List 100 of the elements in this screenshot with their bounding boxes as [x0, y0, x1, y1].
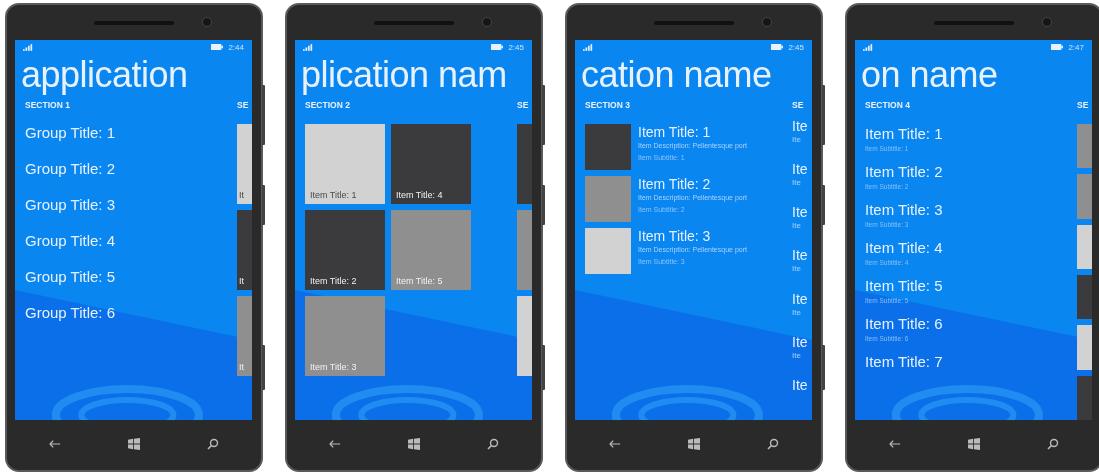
group-title[interactable]: Group Title: 1	[25, 124, 237, 141]
item-tile[interactable]	[1077, 325, 1092, 370]
camera-lens	[202, 17, 212, 27]
search-icon[interactable]	[486, 438, 499, 450]
clock-time: 2:47	[1068, 42, 1084, 52]
item-tile[interactable]: It	[237, 124, 252, 204]
item-thumbnail[interactable]	[585, 176, 631, 222]
item-tile[interactable]: It	[237, 210, 252, 290]
app-title: on name	[860, 54, 999, 96]
section-header: SE	[517, 100, 530, 110]
app-title: cation name	[580, 54, 773, 96]
item-title[interactable]: Ite	[792, 204, 812, 222]
item-tile[interactable]	[517, 210, 532, 290]
side-button[interactable]	[262, 185, 265, 225]
item-tile[interactable]: It	[237, 296, 252, 376]
windows-logo-icon[interactable]	[407, 438, 420, 450]
section-header: SE	[237, 100, 250, 110]
side-button[interactable]	[822, 185, 825, 225]
item-tile[interactable]	[1077, 124, 1092, 169]
section-header: SECTION 3	[585, 100, 631, 110]
side-button[interactable]	[542, 85, 545, 145]
item-tile[interactable]: Item Title: 2	[305, 210, 385, 290]
item-title[interactable]: Ite	[792, 333, 812, 351]
item-tile[interactable]	[1077, 224, 1092, 269]
back-arrow-icon[interactable]	[48, 438, 61, 450]
section-header: SECTION 4	[865, 100, 911, 110]
item-title[interactable]: Item Title: 1	[638, 124, 747, 140]
tile-label: It	[238, 276, 244, 288]
item-thumbnail[interactable]	[585, 228, 631, 274]
search-icon[interactable]	[766, 438, 779, 450]
battery-icon	[771, 44, 784, 50]
clock-time: 2:45	[508, 42, 524, 52]
item-title[interactable]: Ite	[792, 161, 812, 179]
search-icon[interactable]	[1046, 438, 1059, 450]
item-title[interactable]: Ite	[792, 247, 812, 265]
section-header: SE	[1077, 100, 1090, 110]
section-header: SECTION 2	[305, 100, 351, 110]
app-title: plication nam	[300, 54, 508, 96]
item-title[interactable]: Item Title: 5	[865, 276, 1077, 295]
tile-label: Item Title: 1	[309, 190, 357, 202]
group-title[interactable]: Group Title: 4	[25, 232, 237, 249]
side-button[interactable]	[262, 345, 265, 390]
item-tile[interactable]: Item Title: 4	[391, 124, 471, 204]
camera-lens	[1042, 17, 1052, 27]
camera-lens	[482, 17, 492, 27]
item-title[interactable]: Item Title: 4	[865, 238, 1077, 257]
item-title[interactable]: Ite	[792, 118, 812, 135]
clock-time: 2:44	[228, 42, 244, 52]
side-button[interactable]	[822, 345, 825, 390]
tile-label: Item Title: 2	[309, 276, 357, 288]
item-title[interactable]: Item Title: 3	[638, 228, 747, 244]
item-title[interactable]: Ite	[792, 290, 812, 308]
windows-logo-icon[interactable]	[687, 438, 700, 450]
side-button[interactable]	[822, 85, 825, 145]
item-title[interactable]: Item Title: 3	[865, 200, 1077, 219]
item-title[interactable]: Item Title: 7	[865, 352, 1077, 371]
item-subtitle: Ite	[792, 264, 802, 274]
item-title[interactable]: Item Title: 2	[638, 176, 747, 192]
windows-logo-icon[interactable]	[967, 438, 980, 450]
item-tile[interactable]	[1077, 174, 1092, 219]
group-title[interactable]: Group Title: 6	[25, 304, 237, 321]
item-tile[interactable]: Item Title: 3	[305, 296, 385, 376]
signal-icon	[863, 43, 873, 51]
item-title[interactable]: Item Title: 6	[865, 314, 1077, 333]
item-tile[interactable]	[1077, 275, 1092, 320]
tile-label: Item Title: 3	[309, 362, 357, 374]
back-arrow-icon[interactable]	[608, 438, 621, 450]
item-subtitle: Ite	[792, 178, 802, 188]
section-header: SE	[792, 100, 805, 110]
tile-label: It	[238, 362, 244, 374]
item-subtitle: Ite	[792, 221, 802, 231]
back-arrow-icon[interactable]	[328, 438, 341, 450]
side-button[interactable]	[542, 345, 545, 390]
signal-icon	[23, 43, 33, 51]
item-tile[interactable]	[517, 296, 532, 376]
tile-label: Item Title: 4	[395, 190, 443, 202]
item-tile[interactable]: Item Title: 5	[391, 210, 471, 290]
side-button[interactable]	[542, 185, 545, 225]
battery-icon	[211, 44, 224, 50]
group-title[interactable]: Group Title: 2	[25, 160, 237, 177]
group-title[interactable]: Group Title: 3	[25, 196, 237, 213]
item-title[interactable]: Ite	[792, 376, 812, 394]
tile-label: Item Title: 5	[395, 276, 443, 288]
item-tile[interactable]: Item Title: 1	[305, 124, 385, 204]
group-title[interactable]: Group Title: 5	[25, 268, 237, 285]
battery-icon	[491, 44, 504, 50]
signal-icon	[303, 43, 313, 51]
item-thumbnail[interactable]	[585, 124, 631, 170]
windows-logo-icon[interactable]	[127, 438, 140, 450]
camera-lens	[762, 17, 772, 27]
item-title[interactable]: Item Title: 1	[865, 124, 1077, 143]
item-tile[interactable]	[517, 124, 532, 204]
back-arrow-icon[interactable]	[888, 438, 901, 450]
section-header: SECTION 1	[25, 100, 71, 110]
search-icon[interactable]	[206, 438, 219, 450]
item-tile[interactable]	[1077, 375, 1092, 420]
item-title[interactable]: Item Title: 2	[865, 162, 1077, 181]
side-button[interactable]	[262, 85, 265, 145]
signal-icon	[583, 43, 593, 51]
item-subtitle: Ite	[792, 350, 802, 360]
